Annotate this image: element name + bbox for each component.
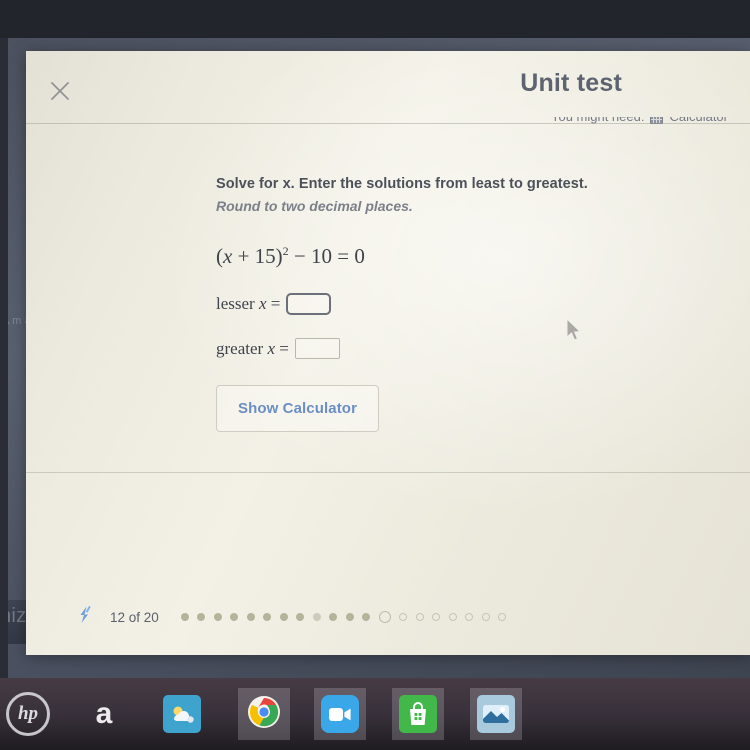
show-calculator-button[interactable]: Show Calculator [216, 385, 379, 432]
progress-count-label: 12 of 20 [110, 609, 159, 625]
progress-dot-19[interactable] [481, 613, 490, 621]
equation-open-paren: ( [216, 244, 223, 268]
problem-prompt-primary: Solve for x. Enter the solutions from le… [216, 176, 588, 192]
progress-dot-6[interactable] [263, 613, 272, 621]
progress-dot-13[interactable] [378, 611, 391, 623]
taskbar-item-zoom[interactable] [314, 688, 366, 740]
exercise-body: Solve for x. Enter the solutions from le… [216, 176, 686, 432]
equation-constant: 15 [254, 244, 276, 268]
progress-dot-16[interactable] [432, 613, 441, 621]
screenshot-root: A m ath nization. Donate or volunteer to… [0, 0, 750, 750]
taskbar-item-microsoft-store[interactable] [392, 688, 444, 740]
progress-dot-2[interactable] [197, 613, 206, 621]
taskbar-item-weather[interactable] [156, 688, 208, 740]
progress-dot-12[interactable] [362, 613, 371, 621]
hp-logo-icon: hp [6, 692, 50, 736]
equation-subtract-value: 10 [311, 244, 333, 268]
taskbar-item-photos[interactable] [470, 688, 522, 740]
greater-label: greater x = [216, 338, 289, 358]
progress-dot-18[interactable] [465, 613, 474, 621]
progress-dot-17[interactable] [448, 613, 457, 621]
answer-row-lesser: lesser x = [216, 293, 686, 315]
progress-dot-3[interactable] [213, 613, 222, 621]
equation-variable: x [223, 244, 233, 268]
equation-minus: − [293, 244, 306, 268]
progress-dot-5[interactable] [246, 613, 255, 621]
windows-taskbar: hp a [0, 678, 750, 750]
progress-dot-15[interactable] [415, 613, 424, 621]
weather-app-icon [163, 695, 201, 733]
taskbar-item-hp[interactable]: hp [0, 688, 56, 740]
progress-dot-4[interactable] [230, 613, 239, 621]
unit-test-modal: Unit test You might need: Calculator Sol… [26, 51, 750, 655]
equation-close-paren: ) [275, 244, 283, 268]
screen-top-bezel [0, 0, 750, 38]
progress-dot-11[interactable] [345, 613, 354, 621]
hint-bar: You might need: Calculator [26, 117, 750, 131]
photos-icon [477, 695, 515, 733]
lesser-answer-input[interactable] [286, 293, 332, 315]
microsoft-store-icon [399, 695, 437, 733]
close-icon[interactable] [43, 74, 77, 108]
lesser-label: lesser x = [216, 294, 281, 313]
equation-expression: (x + 15)2 − 10 = 0 [216, 244, 686, 269]
equation-equals: = [337, 244, 350, 268]
equation-plus: + [237, 244, 250, 268]
progress-dot-8[interactable] [296, 613, 305, 621]
taskbar-item-chrome[interactable] [238, 688, 290, 740]
screen-left-bezel [0, 38, 8, 678]
progress-footer: 12 of 20 [26, 579, 750, 655]
header-divider [26, 123, 750, 124]
chrome-icon [247, 695, 281, 734]
progress-dot-10[interactable] [329, 613, 338, 621]
progress-dot-14[interactable] [399, 613, 408, 621]
progress-dot-1[interactable] [180, 613, 189, 621]
answer-row-greater: greater x = [216, 338, 686, 359]
body-divider [26, 472, 750, 473]
modal-header: Unit test [26, 51, 750, 123]
problem-prompt-secondary: Round to two decimal places. [216, 198, 413, 214]
progress-dot-7[interactable] [279, 613, 288, 621]
equation-exponent: 2 [282, 244, 289, 258]
greater-answer-input[interactable] [294, 338, 340, 359]
page-title: Unit test [520, 69, 622, 97]
taskbar-item-amazon[interactable]: a [78, 688, 130, 740]
progress-dots[interactable] [180, 611, 507, 623]
energy-bolt-icon [74, 604, 96, 631]
progress-dot-20[interactable] [498, 613, 507, 621]
amazon-icon: a [95, 697, 113, 730]
equation-rhs: 0 [354, 244, 365, 268]
progress-dot-9[interactable] [312, 613, 321, 621]
zoom-icon [321, 695, 359, 733]
